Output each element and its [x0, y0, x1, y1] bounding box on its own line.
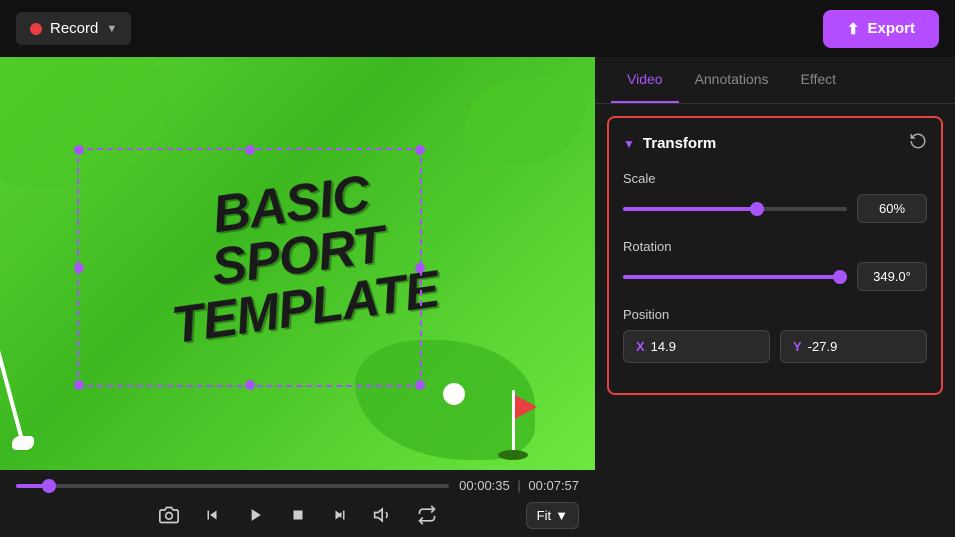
time-separator: |: [517, 478, 520, 493]
fit-label: Fit: [537, 508, 551, 523]
rotation-controls: 349.0°: [623, 262, 927, 291]
timeline-bar: 00:00:35 | 00:07:57: [16, 478, 579, 493]
bg-blob-1: [0, 57, 170, 187]
rotation-value[interactable]: 349.0°: [857, 262, 927, 291]
handle-bottom-left[interactable]: [74, 380, 84, 390]
flag-triangle: [515, 395, 537, 419]
screenshot-button[interactable]: [155, 501, 183, 529]
section-chevron-icon: ▼: [623, 137, 635, 151]
fit-chevron-icon: ▼: [555, 508, 568, 523]
scale-slider[interactable]: [623, 207, 847, 211]
transform-section: ▼ Transform Scale: [607, 116, 943, 395]
scale-fill: [623, 207, 757, 211]
scale-label: Scale: [623, 171, 927, 186]
scale-thumb[interactable]: [750, 202, 764, 216]
volume-button[interactable]: [369, 501, 397, 529]
rotation-fill: [623, 275, 840, 279]
position-y-value: -27.9: [808, 339, 838, 354]
position-y-label: Y: [793, 339, 802, 354]
progress-track[interactable]: [16, 484, 449, 488]
transform-title: Transform: [643, 135, 716, 152]
scale-controls: 60%: [623, 194, 927, 223]
video-canvas: BASIC SPORT TEMPLATE: [0, 57, 595, 470]
rewind-button[interactable]: [199, 502, 225, 528]
loop-button[interactable]: [413, 501, 441, 529]
video-panel: BASIC SPORT TEMPLATE: [0, 57, 595, 537]
handle-bottom-middle[interactable]: [245, 380, 255, 390]
handle-top-right[interactable]: [415, 145, 425, 155]
record-dot-icon: [30, 23, 42, 35]
forward-button[interactable]: [327, 502, 353, 528]
rotation-thumb[interactable]: [833, 270, 847, 284]
position-inputs: X 14.9 Y -27.9: [623, 330, 927, 363]
progress-thumb[interactable]: [42, 479, 56, 493]
export-button[interactable]: ⬆ Export: [823, 10, 939, 48]
tab-effect[interactable]: Effect: [785, 57, 853, 103]
position-x-input[interactable]: X 14.9: [623, 330, 770, 363]
controls-row: Fit ▼: [16, 501, 579, 529]
current-time: 00:00:35: [459, 478, 510, 493]
right-panel: Video Annotations Effect ▼ Transform: [595, 57, 955, 537]
scale-row: Scale 60%: [623, 171, 927, 223]
topbar: Record ▼ ⬆ Export: [0, 0, 955, 57]
record-chevron-icon: ▼: [106, 23, 117, 35]
section-title: ▼ Transform: [623, 135, 716, 152]
stop-button[interactable]: [285, 502, 311, 528]
tabs: Video Annotations Effect: [595, 57, 955, 104]
handle-top-middle[interactable]: [245, 145, 255, 155]
scale-value[interactable]: 60%: [857, 194, 927, 223]
record-button[interactable]: Record ▼: [16, 12, 131, 45]
export-upload-icon: ⬆: [847, 20, 860, 38]
tab-video[interactable]: Video: [611, 57, 679, 103]
position-row: Position X 14.9 Y -27.9: [623, 307, 927, 363]
flag-hole: [498, 450, 528, 460]
main-content: BASIC SPORT TEMPLATE: [0, 57, 955, 537]
rotation-label: Rotation: [623, 239, 927, 254]
sport-text: BASIC SPORT TEMPLATE: [139, 158, 455, 354]
export-label: Export: [867, 20, 915, 37]
rotation-slider[interactable]: [623, 275, 847, 279]
golf-club-shaft: [0, 324, 24, 441]
video-background: BASIC SPORT TEMPLATE: [0, 57, 595, 470]
position-x-value: 14.9: [651, 339, 676, 354]
handle-middle-left[interactable]: [74, 263, 84, 273]
position-x-label: X: [636, 339, 645, 354]
reset-button[interactable]: [909, 132, 927, 155]
golf-ball: [443, 383, 465, 405]
rotation-row: Rotation 349.0°: [623, 239, 927, 291]
bg-blob-3: [465, 77, 585, 167]
golf-club: [20, 320, 34, 450]
tab-annotations[interactable]: Annotations: [679, 57, 785, 103]
section-header: ▼ Transform: [623, 132, 927, 155]
video-controls: 00:00:35 | 00:07:57: [0, 470, 595, 537]
position-label: Position: [623, 307, 927, 322]
play-button[interactable]: [241, 501, 269, 529]
position-y-input[interactable]: Y -27.9: [780, 330, 927, 363]
fit-select[interactable]: Fit ▼: [526, 502, 579, 529]
record-label: Record: [50, 20, 98, 37]
total-time: 00:07:57: [528, 478, 579, 493]
golf-flag: [512, 390, 515, 460]
time-display: 00:00:35 | 00:07:57: [459, 478, 579, 493]
